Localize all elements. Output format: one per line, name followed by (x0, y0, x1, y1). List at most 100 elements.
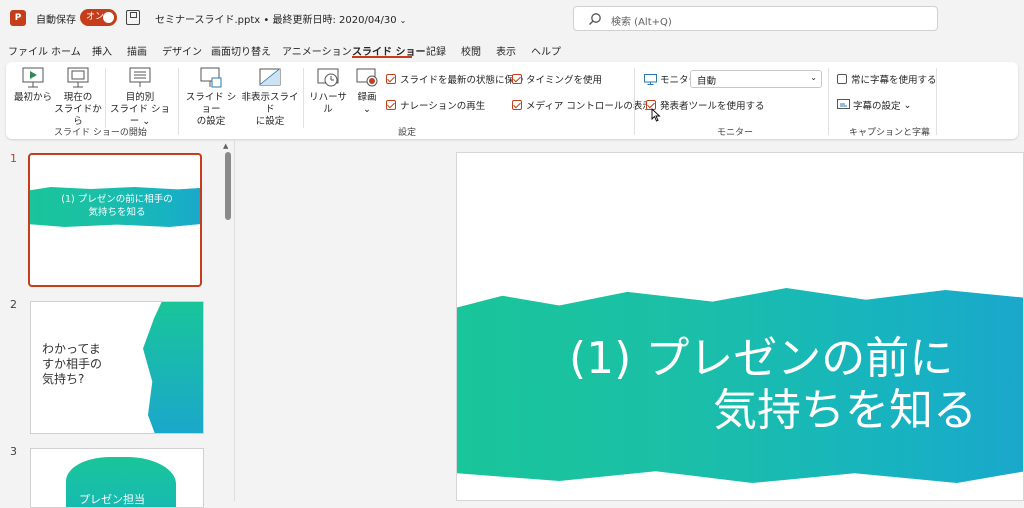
main-title-line-2: 気持ちを知る (713, 385, 977, 436)
record-label: 録画 (357, 92, 377, 103)
slide-number: 2 (10, 298, 17, 311)
toggle-knob (103, 12, 114, 23)
thumbnails-scrollbar[interactable] (225, 152, 231, 220)
tab-record[interactable]: 記録 (426, 43, 446, 58)
play-from-current-icon (65, 66, 91, 90)
presenter-view-checkbox[interactable]: 発表者ツールを使用する (646, 98, 765, 112)
document-title[interactable]: セミナースライド.pptx • 最終更新日時: 2020/04/30 ⌄ (155, 11, 406, 26)
slide-1-title-line-2: 気持ちを知る (88, 207, 146, 218)
slide-thumbnails-pane: 1 (1) プレゼンの前に相手の 気持ちを知る 2 わかってま すか相手の 気持… (0, 145, 222, 508)
mouse-cursor-icon (651, 108, 661, 122)
subtitle-settings-button[interactable]: 字幕の設定 ⌄ (837, 98, 911, 112)
record-button[interactable]: 録画 ⌄ (350, 66, 384, 116)
tab-help[interactable]: ヘルプ (531, 43, 561, 58)
custom-label-2-text: スライド ショー (109, 104, 171, 127)
record-icon (354, 66, 380, 90)
from-current-slide-button[interactable]: 現在の スライドから (53, 66, 103, 128)
chevron-down-icon: ⌄ (903, 99, 912, 111)
from-beginning-label: 最初から (14, 92, 53, 103)
tab-file[interactable]: ファイル (8, 43, 48, 58)
group-divider (828, 68, 829, 135)
monitor-select[interactable]: 自動 ⌄ (690, 70, 822, 88)
play-narration-checkbox[interactable]: ナレーションの再生 (386, 98, 485, 112)
keep-updated-checkbox[interactable]: スライドを最新の状態に保つ (386, 72, 524, 86)
use-timings-checkbox[interactable]: タイミングを使用 (512, 72, 602, 86)
ribbon: 最初から 現在の スライドから 目的別 スライド ショー ⌄ スライド ショーの… (6, 62, 1018, 139)
presenter-view-label: 発表者ツールを使用する (660, 101, 765, 112)
save-icon[interactable] (126, 10, 140, 25)
slide-2-text-line-3: 気持ち? (42, 372, 85, 386)
checkbox-unchecked (837, 74, 847, 84)
powerpoint-app-icon: P (10, 10, 26, 26)
checkbox-checked (386, 74, 396, 84)
rehearse-label: リハーサル (309, 92, 347, 115)
scroll-up-arrow-icon[interactable]: ▲ (223, 142, 228, 150)
group-label-setup: 設定 (398, 128, 417, 138)
slide-thumbnail-3[interactable]: プレゼン担当 (30, 448, 204, 508)
autosave-toggle[interactable]: オン (80, 9, 117, 26)
hide-label-2: に設定 (255, 116, 285, 127)
hide-slide-button[interactable]: 非表示スライド に設定 (240, 66, 300, 128)
slide-thumbnail-1[interactable]: (1) プレゼンの前に相手の 気持ちを知る (28, 153, 202, 287)
custom-slideshow-button[interactable]: 目的別 スライド ショー ⌄ (109, 66, 171, 128)
autosave-state: オン (86, 12, 105, 22)
group-label-monitor: モニター (717, 128, 754, 138)
tab-transitions[interactable]: 画面切り替え (211, 43, 271, 58)
chevron-down-icon: ⌄ (399, 16, 407, 25)
tab-draw[interactable]: 描画 (127, 43, 147, 58)
document-title-text: セミナースライド.pptx • 最終更新日時: 2020/04/30 (155, 15, 397, 26)
tab-home[interactable]: ホーム (51, 43, 81, 58)
main-title-line-1: (1) プレゼンの前に (569, 333, 954, 384)
keep-updated-label: スライドを最新の状態に保つ (400, 75, 524, 86)
subtitle-settings-label: 字幕の設定 (853, 101, 901, 112)
main-slide-title[interactable]: (1) プレゼンの前に 気持ちを知る (569, 333, 977, 437)
group-divider (178, 68, 179, 135)
use-timings-label: タイミングを使用 (526, 75, 603, 86)
chevron-down-icon: ⌄ (810, 73, 817, 82)
group-label-captions: キャプションと字幕 (849, 128, 931, 138)
setup-label-2: の設定 (196, 116, 226, 127)
slide-thumbnail-2[interactable]: わかってま すか相手の 気持ち? (30, 301, 204, 434)
tab-insert[interactable]: 挿入 (92, 43, 112, 58)
tab-review[interactable]: 校閲 (461, 43, 481, 58)
always-subtitles-label: 常に字幕を使用する (851, 75, 937, 86)
show-media-controls-checkbox[interactable]: メディア コントロールの表示 (512, 98, 652, 112)
setup-slideshow-button[interactable]: スライド ショー の設定 (182, 66, 240, 128)
divider (303, 68, 304, 128)
slide-1-title-line-1: (1) プレゼンの前に相手の (61, 194, 173, 205)
search-box[interactable]: 検索 (Alt+Q) (573, 6, 938, 31)
slide-2-text-line-2: すか相手の (42, 357, 103, 371)
tab-view[interactable]: 表示 (496, 43, 516, 58)
custom-label-1: 目的別 (125, 92, 155, 103)
always-subtitles-checkbox[interactable]: 常に字幕を使用する (837, 72, 937, 86)
tab-animations[interactable]: アニメーション (282, 43, 352, 58)
search-icon (589, 13, 601, 25)
slide-number: 1 (10, 152, 17, 165)
group-label-start: スライド ショーの開始 (54, 128, 147, 138)
title-bar: P 自動保存 オン セミナースライド.pptx • 最終更新日時: 2020/0… (0, 0, 1024, 38)
rehearse-icon (315, 66, 341, 90)
monitor-select-value: 自動 (697, 76, 717, 87)
slide-3-text: プレゼン担当 (79, 493, 145, 506)
search-placeholder: 検索 (Alt+Q) (611, 17, 672, 28)
from-current-label-1: 現在の (63, 92, 93, 103)
slide-number: 3 (10, 445, 17, 458)
play-from-start-icon (20, 66, 46, 90)
show-media-label: メディア コントロールの表示 (526, 101, 652, 112)
ribbon-tabs: ファイル ホーム 挿入 描画 デザイン 画面切り替え アニメーション スライド … (0, 40, 1024, 60)
rehearse-timings-button[interactable]: リハーサル (306, 66, 350, 116)
chevron-down-icon: ⌄ (363, 104, 371, 115)
teal-shape (143, 302, 203, 433)
slide-canvas[interactable]: (1) プレゼンの前に 気持ちを知る (456, 152, 1024, 501)
setup-label-1: スライド ショー (185, 92, 237, 115)
slide-2-text-line-1: わかってま (42, 342, 101, 356)
slide-1-title: (1) プレゼンの前に相手の 気持ちを知る (30, 193, 200, 219)
slide-2-text: わかってま すか相手の 気持ち? (42, 342, 102, 387)
tab-design[interactable]: デザイン (162, 43, 202, 58)
play-narration-label: ナレーションの再生 (400, 101, 486, 112)
setup-slideshow-icon (198, 66, 224, 90)
subtitle-settings-icon (837, 99, 850, 109)
from-beginning-button[interactable]: 最初から (14, 66, 52, 104)
checkbox-checked (512, 74, 522, 84)
hide-label-1: 非表示スライド (241, 92, 299, 115)
